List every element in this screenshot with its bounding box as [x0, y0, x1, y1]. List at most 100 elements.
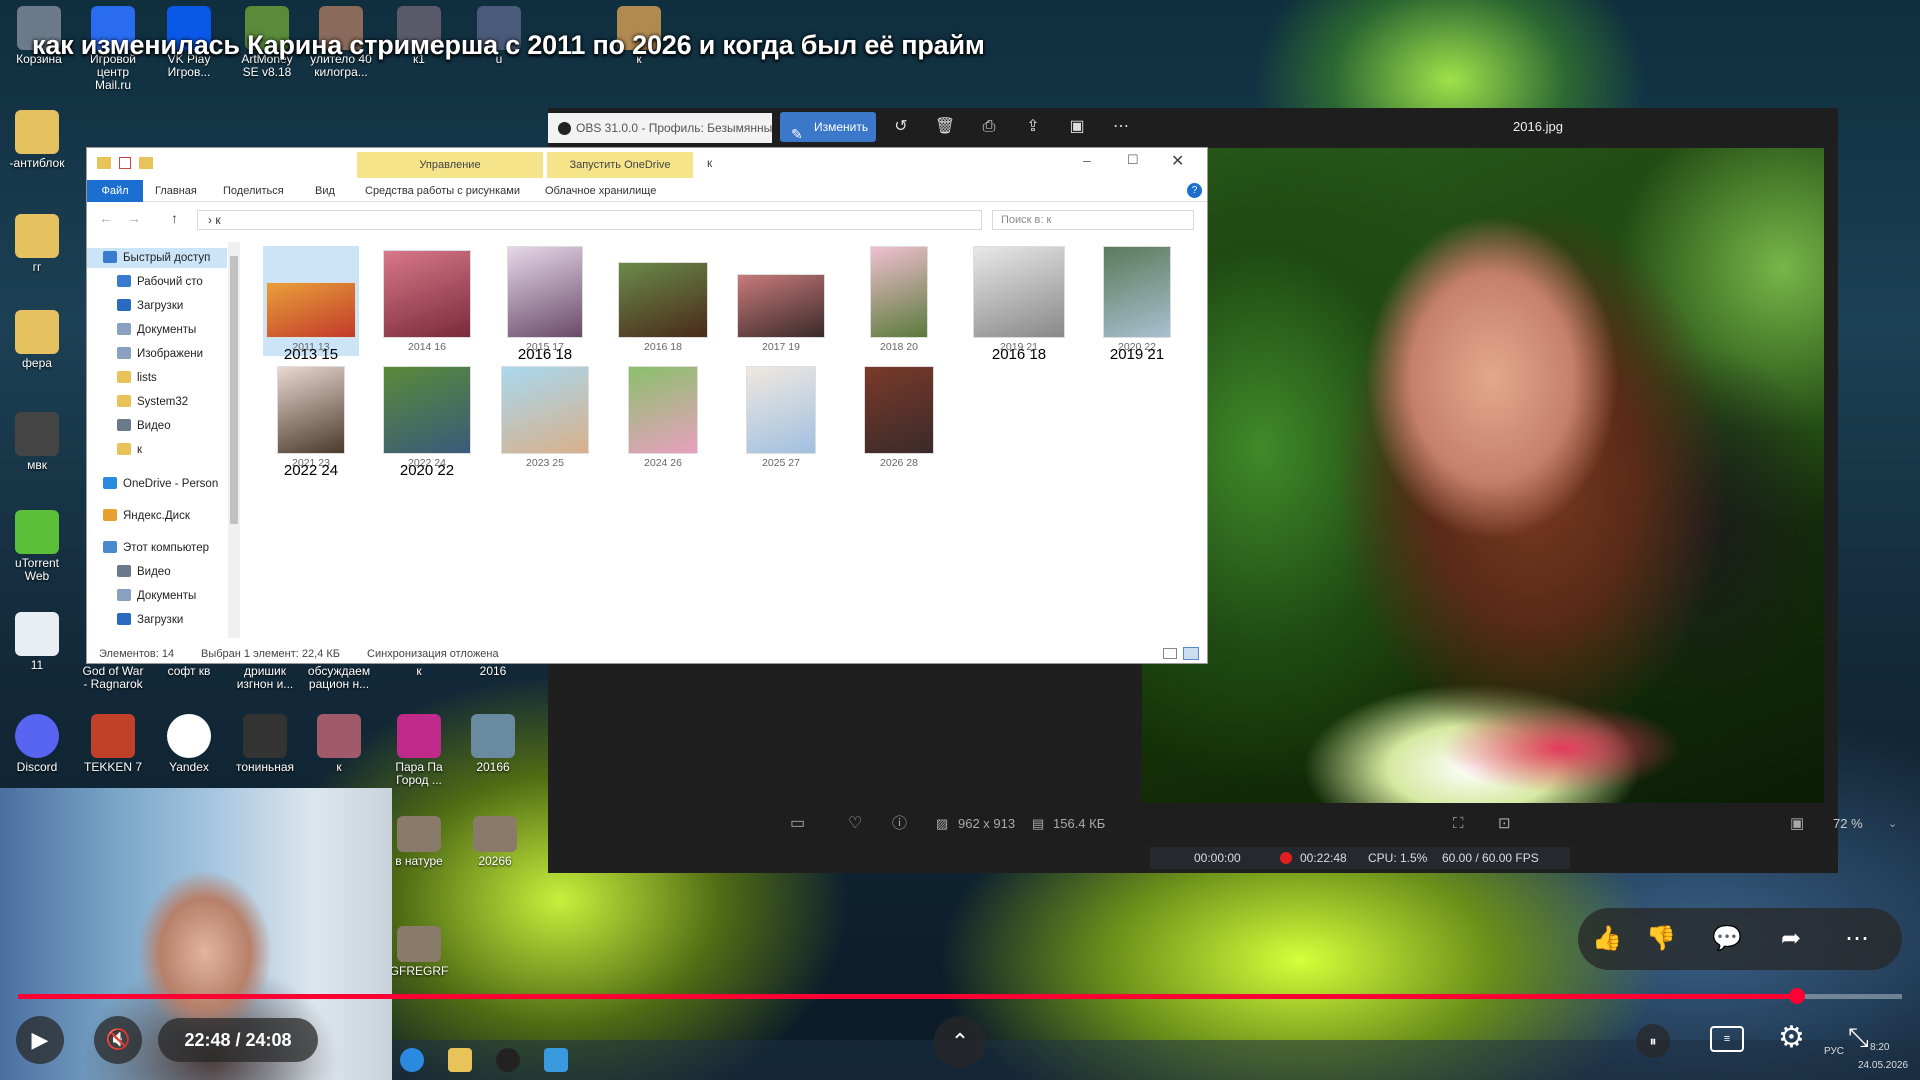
exit-fullscreen-icon[interactable]: ⤡ [1848, 1022, 1869, 1054]
slideshow-icon[interactable]: ▣ [1064, 114, 1090, 140]
chevron-down-icon[interactable]: ⌄ [1888, 803, 1897, 845]
nav-item[interactable]: OneDrive - Person [87, 474, 227, 494]
rotate-icon[interactable]: ↺ [888, 114, 914, 140]
desktop-icon[interactable]: Yandex [156, 714, 222, 774]
comments-icon[interactable]: 💬 [1710, 922, 1744, 956]
photo-thumbnail[interactable]: 2019 21 2016 18 [971, 246, 1067, 363]
photo-thumbnail[interactable]: 2016 18 [615, 246, 711, 356]
address-bar[interactable]: › к [197, 210, 982, 230]
info-icon[interactable]: ⓘ [892, 803, 907, 845]
desktop-icon[interactable]: фера [4, 310, 70, 370]
desktop-icon[interactable]: 20266 [462, 816, 528, 868]
desktop-icon[interactable]: GFREGRF [386, 926, 452, 978]
desktop-icon[interactable]: в натуре [386, 816, 452, 868]
delete-icon[interactable]: 🗑 [932, 114, 958, 140]
print-icon[interactable]: ⎙ [976, 114, 1002, 140]
settings-icon[interactable]: ⚙ [1778, 1020, 1805, 1055]
desktop-icon[interactable]: 20166 [460, 714, 526, 774]
photo-thumbnail[interactable]: 2026 28 [851, 362, 947, 472]
desktop-icon[interactable]: 11 [4, 612, 70, 672]
forward-icon[interactable]: → [127, 210, 141, 226]
desktop-icon[interactable]: гг [4, 214, 70, 274]
photo-thumbnail[interactable]: 2017 19 [733, 246, 829, 356]
clock[interactable]: 8:20 [1870, 1042, 1889, 1053]
help-icon[interactable]: ? [1187, 183, 1202, 198]
tiles-view-icon[interactable] [1183, 647, 1199, 660]
obs-icon[interactable] [496, 1048, 520, 1072]
desktop-icon-label[interactable]: обсуждаем рацион н... [306, 665, 372, 691]
fit-icon[interactable]: ⛶ [1453, 803, 1464, 845]
nav-item[interactable]: Видео [87, 416, 227, 436]
explorer-icon[interactable] [448, 1048, 472, 1072]
photo-thumbnail[interactable]: 2018 20 [851, 246, 947, 356]
dislike-icon[interactable]: 👎 [1644, 922, 1678, 956]
photo-thumbnail[interactable]: 2014 16 [379, 246, 475, 356]
like-icon[interactable]: 👍 [1590, 922, 1624, 956]
edit-button[interactable]: ✎ Изменить [780, 112, 876, 142]
close-icon[interactable]: ✕ [1171, 151, 1184, 171]
ribbon-tab[interactable]: Файл [87, 180, 143, 202]
more-icon[interactable]: ⋯ [1108, 114, 1134, 140]
nav-item[interactable]: к [87, 440, 227, 460]
desktop-icon[interactable]: Discord [4, 714, 70, 774]
desktop-icon[interactable]: TEKKEN 7 [80, 714, 146, 774]
up-icon[interactable]: ↑ [171, 210, 178, 226]
more-icon[interactable]: ⋯ [1840, 922, 1874, 956]
desktop-icon-label[interactable]: к [386, 665, 452, 678]
nav-item[interactable]: Изображени [87, 344, 227, 364]
photo-thumbnail[interactable]: 2021 23 2022 24 [263, 362, 359, 479]
ribbon-tab[interactable]: Средства работы с рисунками [357, 180, 528, 202]
nav-item[interactable]: Документы [87, 320, 227, 340]
progress-bar[interactable] [18, 988, 1902, 1004]
tab-onedrive[interactable]: Запустить OneDrive [547, 152, 693, 178]
desktop-icon[interactable]: мвк [4, 412, 70, 472]
photo-thumbnail[interactable]: 2025 27 [733, 362, 829, 472]
play-button[interactable]: ▶ [16, 1016, 64, 1064]
ribbon-tab[interactable]: Поделиться [215, 180, 292, 202]
nav-scrollbar[interactable] [228, 242, 240, 638]
nav-item[interactable]: Документы [87, 586, 227, 606]
screen-icon[interactable]: ▣ [1790, 803, 1804, 845]
share-icon[interactable]: ⇪ [1020, 114, 1046, 140]
properties-icon[interactable] [119, 157, 131, 169]
obs-window-tab[interactable]: OBS 31.0.0 - Профиль: Безымянный [548, 113, 772, 143]
progress-scrubber[interactable] [1789, 988, 1806, 1004]
desktop-icon[interactable]: -антиблок [4, 110, 70, 170]
nav-item[interactable]: Этот компьютер [87, 538, 227, 558]
nav-item[interactable]: Яндекс.Диск [87, 506, 227, 526]
photos-icon[interactable] [544, 1048, 568, 1072]
maximize-icon[interactable]: ☐ [1127, 152, 1139, 168]
actual-size-icon[interactable]: ⊡ [1498, 803, 1511, 845]
desktop-icon[interactable]: тониньная [232, 714, 298, 774]
photo-thumbnail[interactable]: 2024 26 [615, 362, 711, 472]
edge-icon[interactable] [400, 1048, 424, 1072]
date[interactable]: 24.05.2026 [1858, 1060, 1908, 1071]
nav-item[interactable]: Быстрый доступ [87, 248, 227, 268]
photo-thumbnail[interactable]: 2022 24 2020 22 [379, 362, 475, 479]
photo-thumbnail[interactable]: 2011 13 2013 15 [263, 246, 359, 363]
ribbon-tab[interactable]: Облачное хранилище [537, 180, 664, 202]
desktop-icon-label[interactable]: дришик изгнон и... [232, 665, 298, 691]
nav-item[interactable]: Загрузки [87, 610, 227, 630]
desktop-icon-label[interactable]: софт кв [156, 665, 222, 678]
desktop-icon[interactable]: к [306, 714, 372, 774]
nav-item[interactable]: Видео [87, 562, 227, 582]
nav-item[interactable]: System32 [87, 392, 227, 412]
desktop-icon[interactable]: Пара Па Город ... [386, 714, 452, 787]
subtitles-icon[interactable]: ≡ [1710, 1026, 1744, 1052]
tab-manage[interactable]: Управление [357, 152, 543, 178]
search-input[interactable]: Поиск в: к [992, 210, 1194, 230]
nav-item[interactable]: lists [87, 368, 227, 388]
photo-thumbnail[interactable]: 2015 17 2016 18 [497, 246, 593, 363]
minimize-icon[interactable]: – [1083, 152, 1091, 168]
back-icon[interactable]: ← [99, 210, 113, 226]
nav-item[interactable]: Загрузки [87, 296, 227, 316]
share-icon[interactable]: ➦ [1774, 922, 1808, 956]
ribbon-tab[interactable]: Вид [307, 180, 343, 202]
details-view-icon[interactable] [1163, 648, 1177, 659]
filmstrip-icon[interactable]: ▭ [790, 803, 805, 845]
zoom-level[interactable]: 72 % [1833, 803, 1863, 845]
photo-thumbnail[interactable]: 2023 25 [497, 362, 593, 472]
mute-icon[interactable]: 🔇 [94, 1016, 142, 1064]
chevron-up-icon[interactable]: ⌃ [934, 1016, 986, 1068]
